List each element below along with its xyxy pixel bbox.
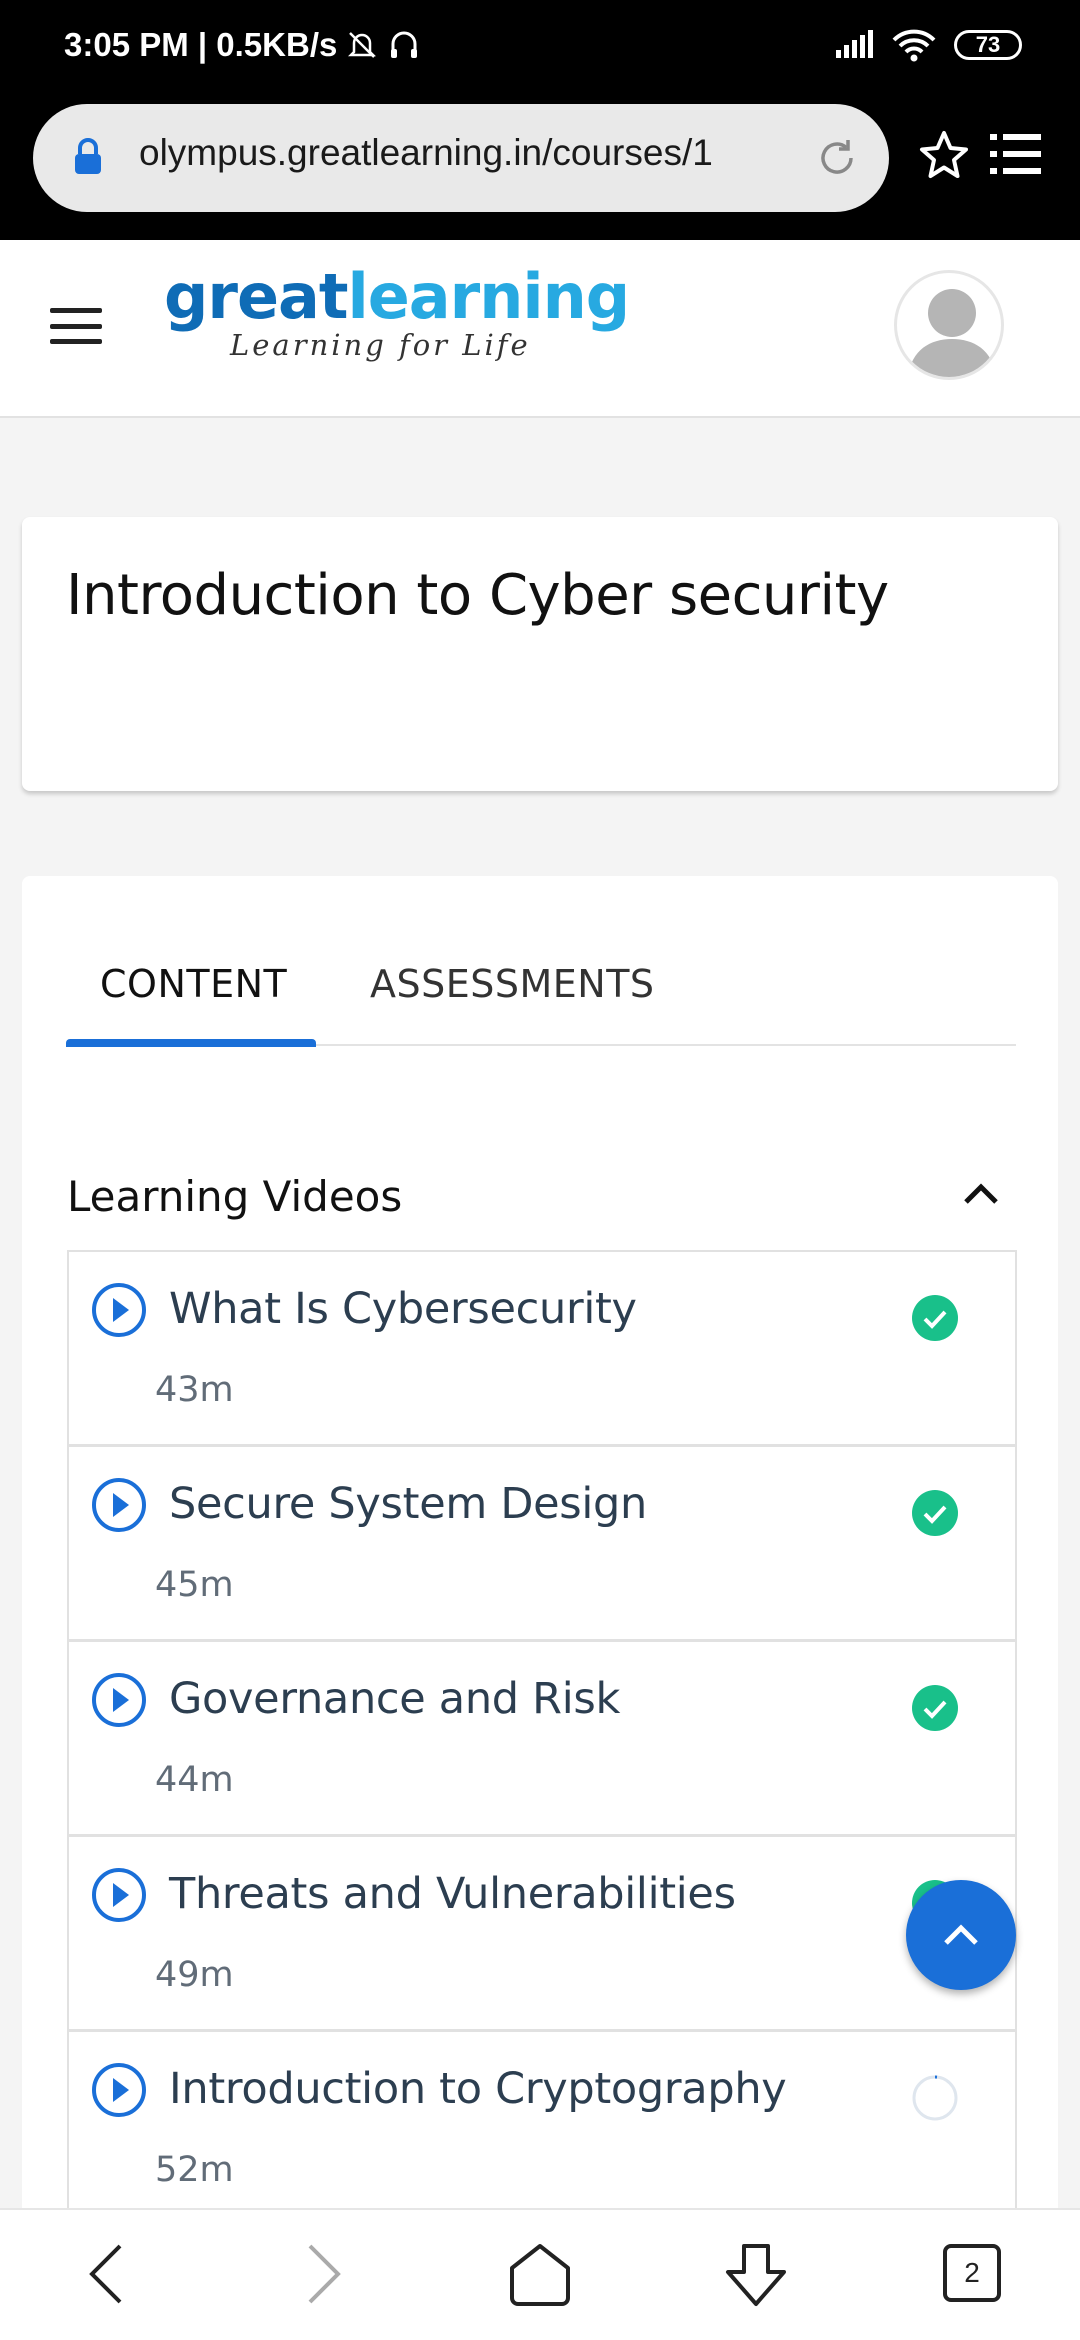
active-tab-indicator: [66, 1039, 316, 1047]
course-content-card: CONTENT ASSESSMENTS Learning Videos What…: [22, 876, 1058, 2340]
user-placeholder-icon: [907, 289, 997, 377]
bell-muted-icon: [348, 32, 377, 58]
video-title[interactable]: Introduction to Cryptography: [169, 2064, 787, 2114]
address-bar[interactable]: olympus.greatlearning.in/courses/1: [33, 104, 889, 212]
video-item[interactable]: Introduction to Cryptography 52m: [69, 2032, 1015, 2227]
home-icon[interactable]: [508, 2242, 572, 2306]
browser-bottom-nav: 2: [0, 2208, 1080, 2340]
video-title[interactable]: Governance and Risk: [169, 1674, 620, 1724]
signal-icon: [836, 30, 873, 58]
greatlearning-logo[interactable]: greatlearning Learning for Life: [164, 266, 630, 363]
status-right: 73: [834, 28, 1022, 62]
video-item[interactable]: Threats and Vulnerabilities 49m: [69, 1837, 1015, 2032]
video-title[interactable]: Secure System Design: [169, 1479, 647, 1529]
scroll-to-top-button[interactable]: [906, 1880, 1016, 1990]
chevron-up-icon[interactable]: [962, 1182, 1000, 1206]
play-circle-icon[interactable]: [91, 1477, 147, 1533]
video-duration: 44m: [155, 1760, 234, 1800]
check-circle-icon: [912, 1685, 958, 1731]
forward-arrow-icon[interactable]: [304, 2242, 344, 2306]
hamburger-menu-icon[interactable]: [50, 308, 102, 344]
headphones-icon: [391, 31, 418, 58]
video-duration: 43m: [155, 1370, 234, 1410]
url-text[interactable]: olympus.greatlearning.in/courses/1: [139, 132, 713, 174]
progress-ring-icon: [912, 2075, 958, 2121]
video-duration: 52m: [155, 2150, 234, 2190]
section-title: Learning Videos: [67, 1172, 403, 1221]
play-circle-icon[interactable]: [91, 2062, 147, 2118]
lock-icon: [75, 138, 101, 174]
video-item[interactable]: Governance and Risk 44m: [69, 1642, 1015, 1837]
browser-toolbar: olympus.greatlearning.in/courses/1: [0, 96, 1080, 240]
status-left: 3:05 PM | 0.5KB/s: [64, 26, 421, 64]
course-title-card: Introduction to Cyber security: [22, 517, 1058, 791]
video-duration: 45m: [155, 1565, 234, 1605]
download-arrow-icon[interactable]: [722, 2242, 790, 2308]
bookmark-star-icon[interactable]: [918, 130, 970, 180]
status-time-speed: 3:05 PM | 0.5KB/s: [64, 26, 338, 63]
video-title[interactable]: Threats and Vulnerabilities: [169, 1869, 736, 1919]
wifi-icon: [892, 29, 936, 62]
battery-indicator: 73: [954, 30, 1022, 60]
tab-assessments[interactable]: ASSESSMENTS: [370, 962, 655, 1006]
video-list: What Is Cybersecurity 43m Secure System …: [67, 1250, 1017, 2227]
check-circle-icon: [912, 1490, 958, 1536]
video-duration: 49m: [155, 1955, 234, 1995]
back-arrow-icon[interactable]: [86, 2242, 126, 2306]
site-header: greatlearning Learning for Life: [0, 240, 1080, 418]
reload-icon[interactable]: [813, 134, 861, 182]
status-bar: 3:05 PM | 0.5KB/s 73: [0, 0, 1080, 96]
content-tabs: CONTENT ASSESSMENTS: [66, 962, 1016, 1047]
tab-content[interactable]: CONTENT: [100, 962, 287, 1006]
chevron-up-icon: [944, 1924, 978, 1945]
course-title: Introduction to Cyber security: [66, 563, 889, 628]
play-circle-icon[interactable]: [91, 1282, 147, 1338]
play-circle-icon[interactable]: [91, 1867, 147, 1923]
video-item[interactable]: What Is Cybersecurity 43m: [69, 1252, 1015, 1447]
video-title[interactable]: What Is Cybersecurity: [169, 1284, 637, 1334]
video-item[interactable]: Secure System Design 45m: [69, 1447, 1015, 1642]
check-circle-icon: [912, 1295, 958, 1341]
logo-tagline: Learning for Life: [230, 328, 531, 362]
play-circle-icon[interactable]: [91, 1672, 147, 1728]
user-avatar[interactable]: [894, 270, 1004, 380]
menu-list-icon[interactable]: [990, 132, 1042, 176]
logo-part-great: great: [164, 260, 348, 333]
tab-switcher-button[interactable]: 2: [943, 2244, 1001, 2302]
logo-part-learning: learning: [347, 260, 630, 333]
